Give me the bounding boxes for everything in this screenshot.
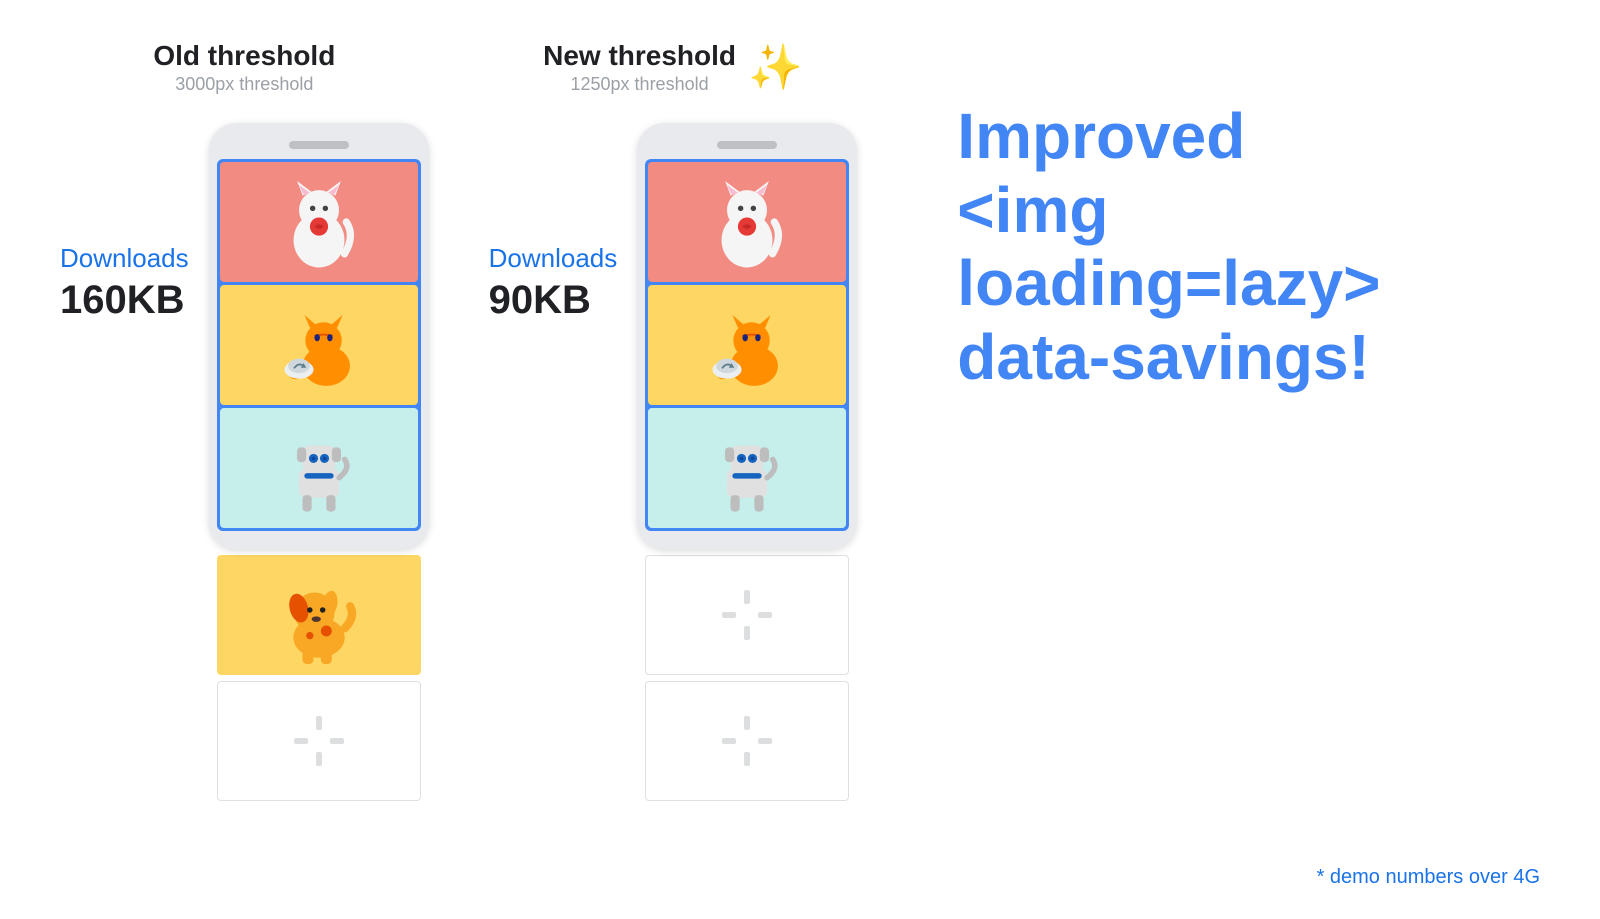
old-phone-screen: [217, 159, 421, 531]
old-cat-image: [220, 162, 418, 282]
new-downloads-label: Downloads: [489, 243, 618, 274]
demo-note: * demo numbers over 4G: [1317, 866, 1540, 889]
old-orange-cat-image: [220, 285, 418, 405]
new-phone: [637, 123, 857, 549]
new-below-phone: [645, 555, 849, 801]
sparkle-icon: ✨: [748, 46, 803, 90]
old-downloads-label: Downloads: [60, 243, 189, 274]
old-robot-dog-image: [220, 408, 418, 528]
new-loading-spinner-2: [722, 716, 772, 766]
new-phone-notch: [717, 141, 777, 149]
new-cat-image: [648, 162, 846, 282]
improved-text: Improved <img loading=lazy> data-savings…: [957, 100, 1540, 394]
old-loading-card: [217, 681, 421, 801]
new-orange-cat-image: [648, 285, 846, 405]
new-loading-spinner-1: [722, 590, 772, 640]
new-robot-dog-image: [648, 408, 846, 528]
old-threshold-title: Old threshold: [153, 40, 335, 72]
old-threshold-subtitle: 3000px threshold: [153, 74, 335, 95]
phone-notch: [289, 141, 349, 149]
old-loading-spinner: [294, 716, 344, 766]
new-threshold-subtitle: 1250px threshold: [543, 74, 736, 95]
old-downloads-size: 160KB: [60, 278, 185, 323]
improved-line3: data-savings!: [957, 321, 1370, 393]
new-loading-card-1: [645, 555, 849, 675]
old-below-phone: [217, 555, 421, 801]
old-yellow-dog-card: [217, 555, 421, 675]
right-content: Improved <img loading=lazy> data-savings…: [917, 40, 1540, 394]
new-loading-card-2: [645, 681, 849, 801]
old-phone: [209, 123, 429, 549]
improved-line2: <img loading=lazy>: [957, 174, 1380, 320]
new-threshold-title: New threshold: [543, 40, 736, 72]
new-phone-screen: [645, 159, 849, 531]
improved-line1: Improved: [957, 100, 1245, 172]
new-downloads-size: 90KB: [489, 278, 591, 323]
